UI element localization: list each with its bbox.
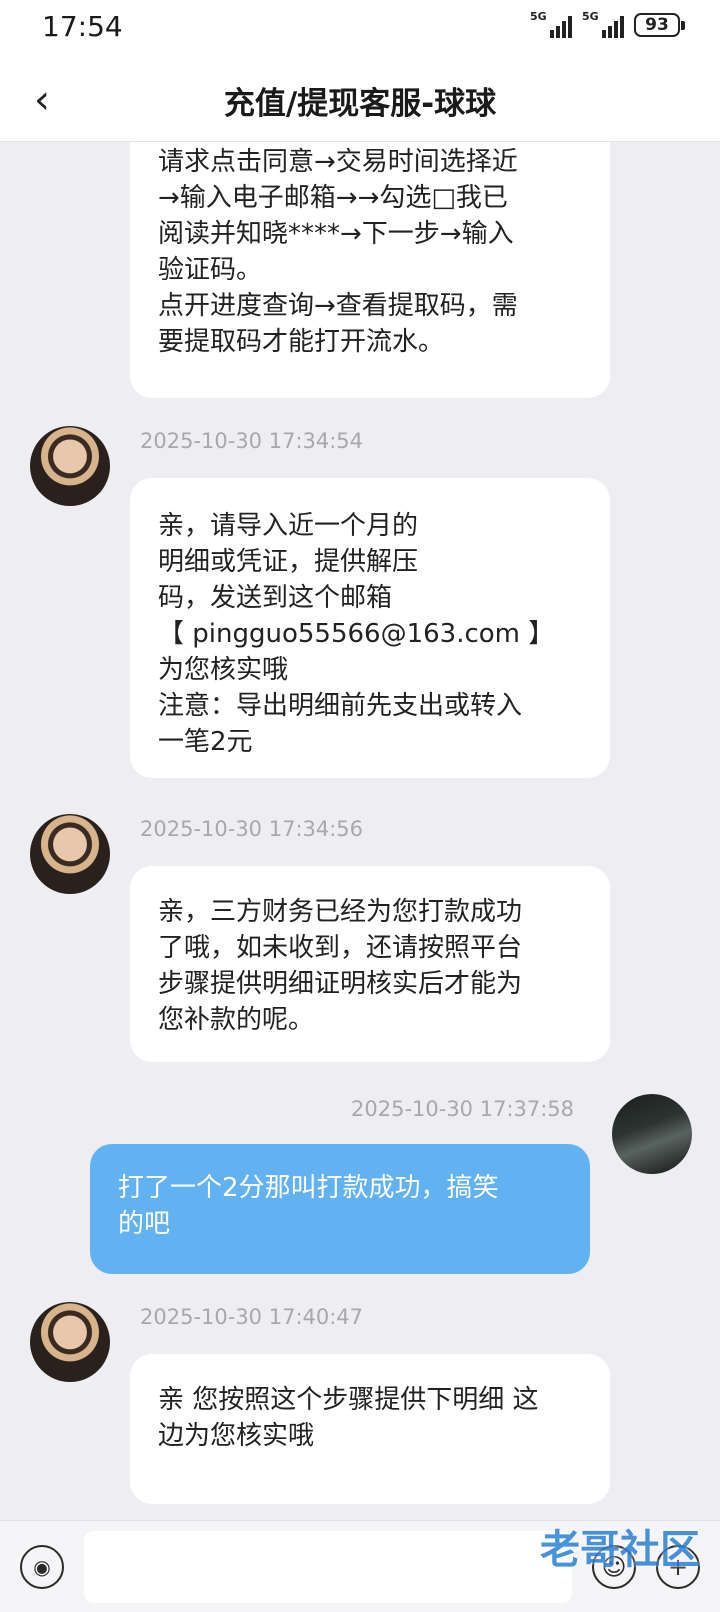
message-bubble[interactable]: 亲，三方财务已经为您打款成功 了哦，如未收到，还请按照平台 步骤提供明细证明核实… xyxy=(130,866,610,1062)
page-title: 充值/提现客服-球球 xyxy=(223,86,497,122)
message-bubble[interactable]: 请求点击同意→交易时间选择近 →输入电子邮箱→→勾选□我已 阅读并知晓****→… xyxy=(130,142,610,398)
message-bubble[interactable]: 亲 您按照这个步骤提供下明细 这 边为您核实哦 xyxy=(130,1354,610,1504)
agent-avatar[interactable] xyxy=(30,426,110,506)
chat-area[interactable]: 请求点击同意→交易时间选择近 →输入电子邮箱→→勾选□我已 阅读并知晓****→… xyxy=(0,142,720,1520)
message-timestamp: 2025-10-30 17:37:58 xyxy=(351,1097,575,1121)
status-time: 17:54 xyxy=(42,10,123,43)
user-avatar[interactable] xyxy=(612,1094,692,1174)
status-bar: 17:54 5G 5G 93 xyxy=(0,0,720,56)
signal-icon: 5G xyxy=(582,10,624,38)
message-bubble[interactable]: 亲，请导入近一个月的 明细或凭证，提供解压 码，发送到这个邮箱 【 pinggu… xyxy=(130,478,610,778)
agent-avatar[interactable] xyxy=(30,814,110,894)
battery-icon: 93 xyxy=(634,13,685,37)
chat-header: ‹ 充值/提现客服-球球 xyxy=(0,56,720,142)
message-timestamp: 2025-10-30 17:34:56 xyxy=(140,817,364,841)
message-timestamp: 2025-10-30 17:40:47 xyxy=(140,1305,364,1329)
status-indicators: 5G 5G 93 xyxy=(530,10,685,38)
voice-input-icon[interactable]: ◉ xyxy=(20,1545,64,1589)
my-message-bubble[interactable]: 打了一个2分那叫打款成功，搞笑 的吧 xyxy=(90,1144,590,1274)
signal-icon: 5G xyxy=(530,10,572,38)
agent-avatar[interactable] xyxy=(30,1302,110,1382)
watermark-logo: 老哥社区 xyxy=(540,1526,700,1573)
message-timestamp: 2025-10-30 17:34:54 xyxy=(140,429,364,453)
